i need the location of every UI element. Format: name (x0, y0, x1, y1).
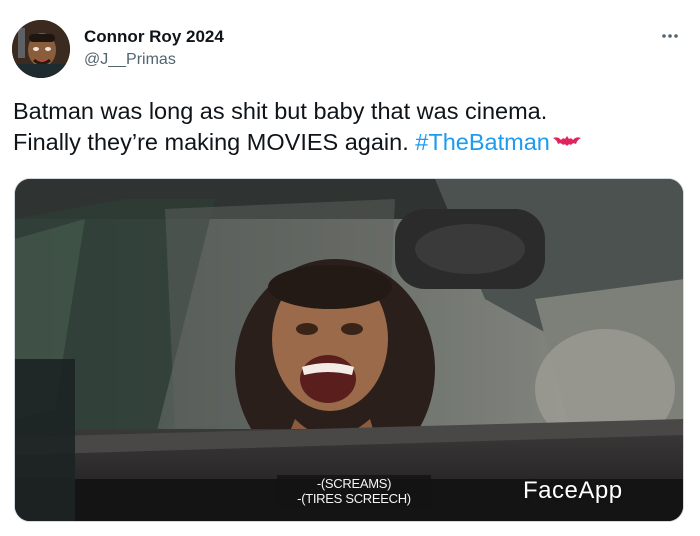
display-name[interactable]: Connor Roy 2024 (84, 27, 224, 47)
tweet-text-line-1: Batman was long as shit but baby that wa… (13, 98, 548, 124)
avatar[interactable] (12, 20, 70, 78)
faceapp-watermark: FaceApp (523, 477, 623, 504)
subtitle-line-1: -(SCREAMS) (316, 476, 392, 491)
media-scene-image (15, 179, 683, 521)
more-horizontal-icon[interactable] (660, 26, 680, 46)
tweet-text-line-2-prefix: Finally they’re making MOVIES again. (13, 129, 416, 155)
tweet-text-line-2: Finally they’re making MOVIES again. #Th… (13, 127, 689, 158)
tweet-text: Batman was long as shit but baby that wa… (13, 96, 689, 158)
tweet-media-gif[interactable]: -(SCREAMS) -(TIRES SCREECH) FaceApp (14, 178, 684, 522)
media-subtitle: -(SCREAMS) -(TIRES SCREECH) (277, 475, 431, 508)
avatar-image (12, 20, 70, 78)
hashtag-link[interactable]: #TheBatman (415, 129, 550, 155)
user-handle[interactable]: @J__Primas (84, 50, 224, 70)
author-info[interactable]: Connor Roy 2024 @J__Primas (84, 27, 224, 70)
tweet-card[interactable]: Connor Roy 2024 @J__Primas Batman was lo… (0, 0, 700, 536)
subtitle-line-2: -(TIRES SCREECH) (297, 491, 411, 506)
bat-emoji-icon (552, 136, 581, 146)
